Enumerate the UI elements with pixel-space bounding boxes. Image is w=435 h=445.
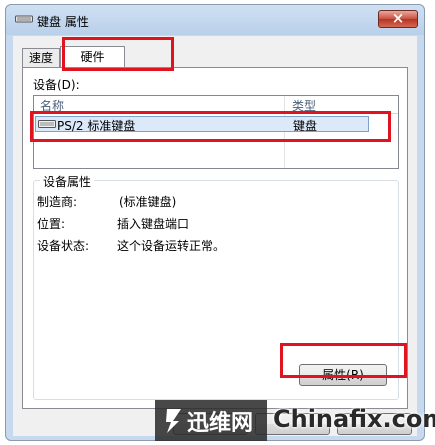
watermark-brand-en: Chinafix.com: [273, 405, 435, 433]
watermark: 迅维网 Chinafix.com: [155, 400, 435, 445]
title-bar: 键盘 属性 ×: [6, 5, 424, 35]
location-label: 位置:: [37, 217, 66, 231]
window-title: 键盘 属性: [37, 15, 89, 29]
keyboard-icon: [15, 15, 33, 23]
close-icon: ×: [391, 9, 405, 27]
devices-label: 设备(D):: [33, 78, 80, 92]
device-status-value: 这个设备运转正常。: [117, 239, 226, 253]
tab-speed[interactable]: 速度: [22, 48, 60, 67]
close-button[interactable]: ×: [378, 9, 418, 28]
highlight-hardware-tab: [62, 37, 174, 71]
highlight-properties-button: [280, 343, 407, 378]
watermark-badge: 迅维网: [155, 400, 267, 441]
watermark-brand-cn: 迅维网: [187, 411, 254, 436]
location-value: 插入键盘端口: [117, 217, 190, 231]
manufacturer-value: (标准键盘): [119, 195, 177, 209]
brand-logo-icon: [166, 409, 181, 433]
highlight-device-row: [30, 111, 391, 142]
properties-title: 设备属性: [40, 173, 95, 190]
device-status-label: 设备状态:: [37, 239, 90, 253]
manufacturer-label: 制造商:: [37, 195, 78, 209]
